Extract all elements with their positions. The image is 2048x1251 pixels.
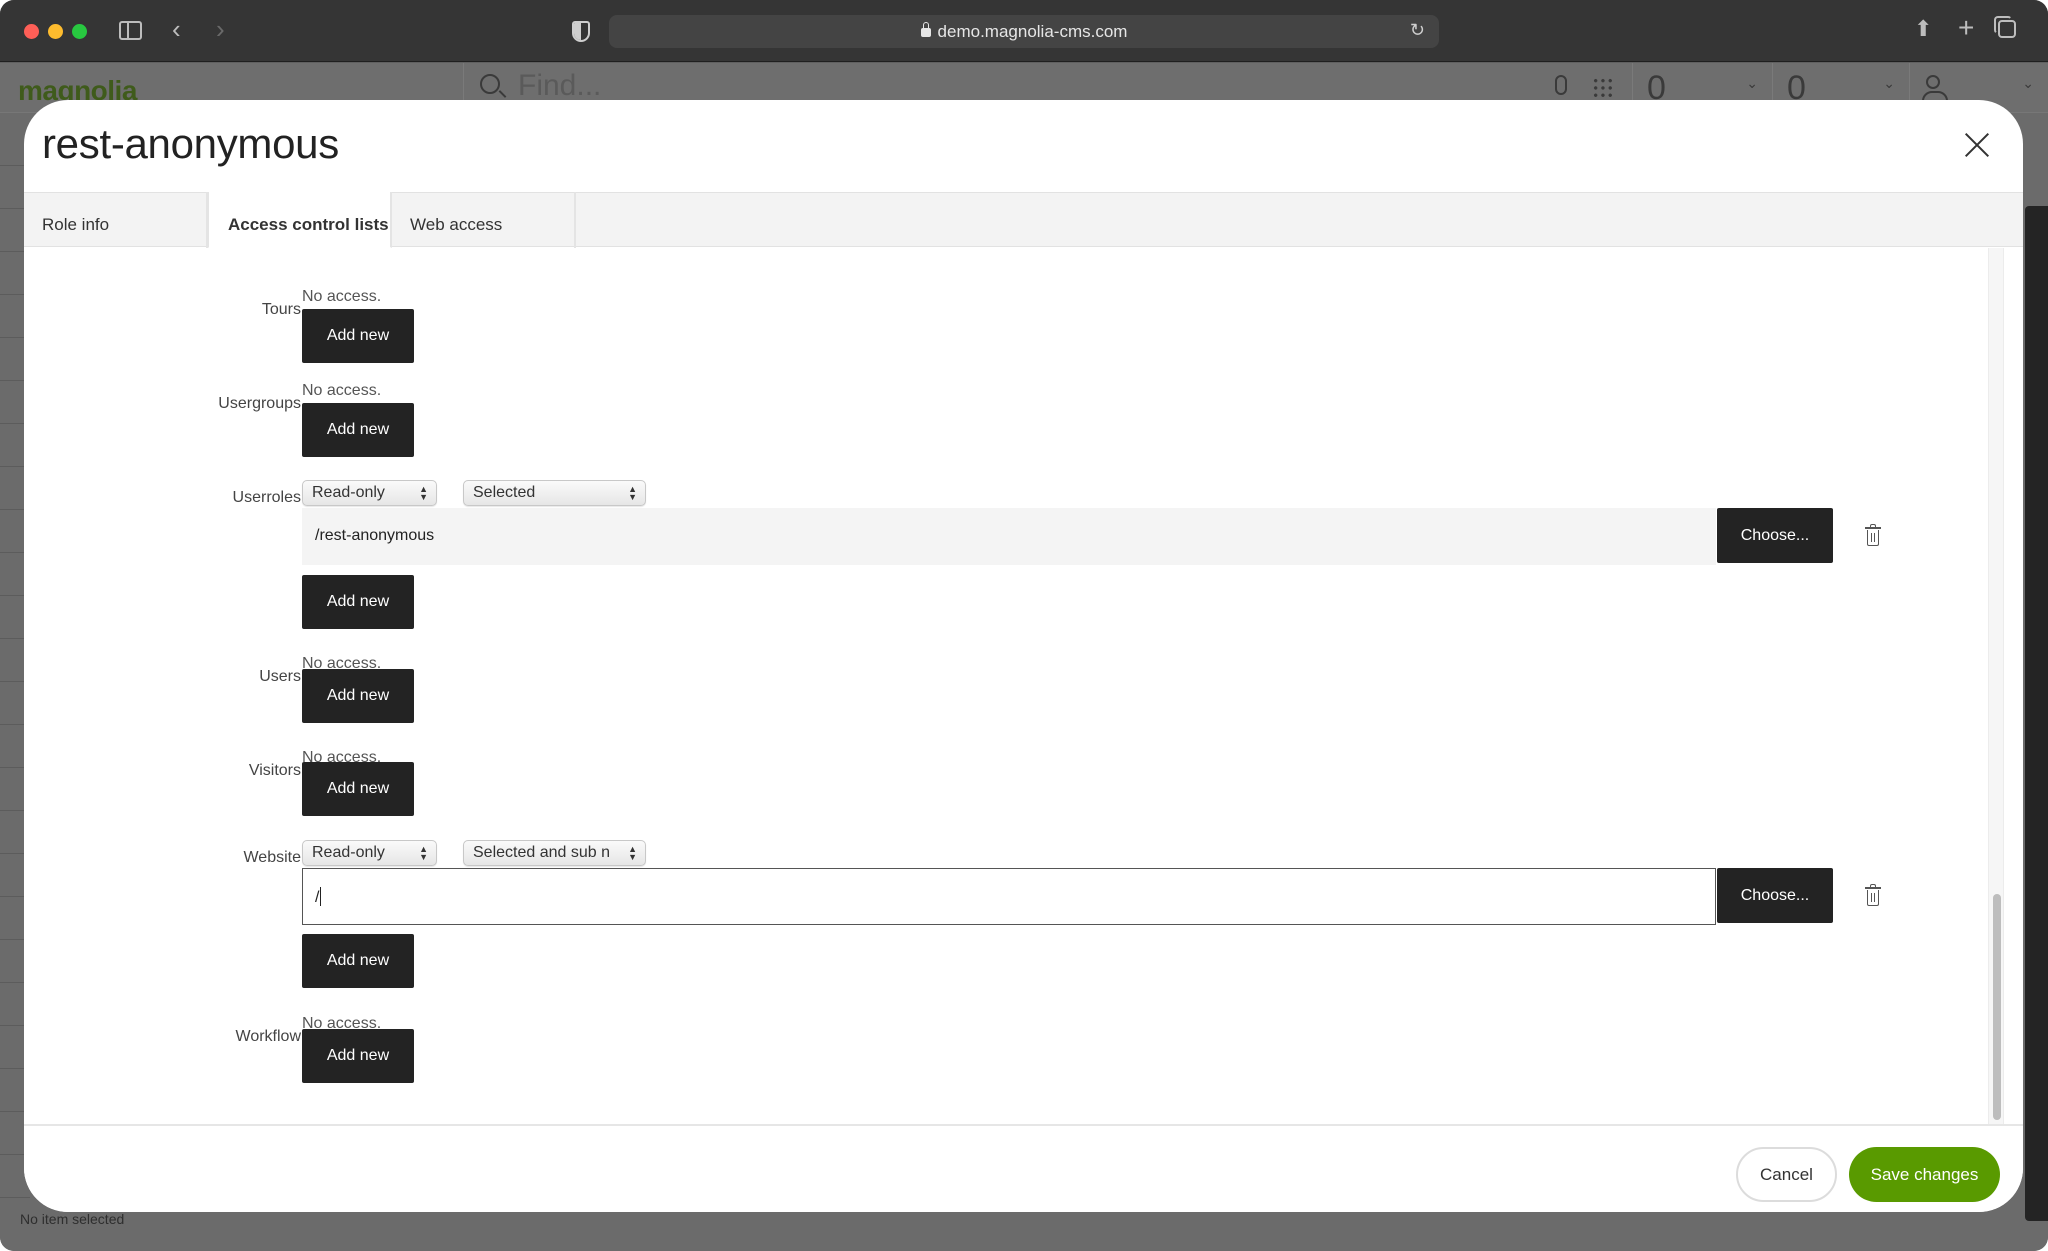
website-path-input[interactable]: / (302, 868, 1716, 925)
website-scope-select[interactable]: Selected and sub n ▲ ▼ (463, 840, 646, 866)
share-icon[interactable]: ⬆ (1914, 18, 1932, 40)
chevron-down-icon: ⌄ (2022, 75, 2034, 91)
select-arrows-icon: ▲ ▼ (628, 844, 637, 862)
tab-role-info[interactable]: Role info (24, 192, 208, 248)
tab-access-control-lists[interactable]: Access control lists (208, 192, 392, 248)
reload-icon[interactable]: ↻ (1410, 20, 1425, 41)
row-label-tours: Tours (261, 301, 301, 318)
userroles-choose-button[interactable]: Choose... (1717, 508, 1833, 563)
website-choose-button[interactable]: Choose... (1717, 868, 1833, 923)
select-arrows-icon: ▲ ▼ (419, 484, 428, 502)
tab-overview-icon[interactable] (1994, 16, 2016, 38)
userroles-scope-select[interactable]: Selected ▲ ▼ (463, 480, 646, 506)
zoom-window-icon[interactable] (72, 24, 87, 39)
text-caret (320, 887, 322, 906)
search-icon (480, 74, 500, 94)
add-new-userroles-button[interactable]: Add new (302, 575, 414, 629)
dialog-footer: Cancel Save changes (24, 1124, 2023, 1212)
website-permission-select[interactable]: Read-only ▲ ▼ (302, 840, 437, 866)
close-icon[interactable] (1956, 124, 1998, 166)
microphone-icon (1555, 75, 1567, 95)
cancel-button[interactable]: Cancel (1736, 1147, 1837, 1202)
url-text: demo.magnolia-cms.com (937, 22, 1128, 41)
tab-bar: Role info Access control lists Web acces… (24, 192, 2023, 248)
back-icon[interactable]: ‹ (172, 16, 181, 42)
userroles-path-input[interactable]: /rest-anonymous (302, 508, 1716, 565)
status-text: No item selected (20, 1211, 125, 1227)
trash-icon[interactable] (1865, 884, 1881, 906)
browser-toolbar: ‹ › demo.magnolia-cms.com ↻ ⬆ + (0, 0, 2048, 62)
forward-icon[interactable]: › (216, 16, 225, 42)
select-arrows-icon: ▲ ▼ (628, 484, 637, 502)
row-label-website: Website (243, 849, 301, 866)
trash-icon[interactable] (1865, 524, 1881, 546)
lock-icon (920, 22, 931, 37)
minimize-window-icon[interactable] (48, 24, 63, 39)
scrollbar[interactable] (1988, 248, 2004, 1124)
userroles-permission-select[interactable]: Read-only ▲ ▼ (302, 480, 437, 506)
new-tab-icon[interactable]: + (1958, 14, 1974, 42)
row-label-workflow: Workflow (235, 1028, 302, 1045)
add-new-visitors-button[interactable]: Add new (302, 762, 414, 816)
chevron-down-icon: ⌄ (1883, 75, 1895, 91)
add-new-workflow-button[interactable]: Add new (302, 1029, 414, 1083)
no-access-text: No access. (302, 382, 382, 399)
row-label-visitors: Visitors (248, 762, 301, 779)
search-placeholder: Find... (518, 69, 602, 102)
chevron-down-icon: ⌄ (1746, 75, 1758, 91)
scrollbar-thumb[interactable] (1993, 894, 2001, 1120)
close-window-icon[interactable] (24, 24, 39, 39)
select-arrows-icon: ▲ ▼ (419, 844, 428, 862)
privacy-shield-icon[interactable] (572, 21, 590, 42)
row-label-users: Users (259, 668, 301, 685)
add-new-usergroups-button[interactable]: Add new (302, 403, 414, 457)
acl-form: Tours No access. Add new Usergroups No a… (24, 248, 2023, 1124)
tab-web-access[interactable]: Web access (392, 192, 576, 248)
browser-window: ‹ › demo.magnolia-cms.com ↻ ⬆ + magnolia… (0, 0, 2048, 1251)
row-label-userroles: Userroles (232, 489, 301, 506)
app-launcher-icon (1592, 77, 1614, 99)
edit-role-dialog: rest-anonymous Role info Access control … (24, 100, 2023, 1212)
add-new-website-button[interactable]: Add new (302, 934, 414, 988)
user-icon (1922, 75, 1948, 105)
save-changes-button[interactable]: Save changes (1849, 1147, 2000, 1202)
address-bar[interactable]: demo.magnolia-cms.com ↻ (609, 15, 1439, 48)
row-label-usergroups: Usergroups (218, 395, 301, 412)
sidebar-icon[interactable] (119, 21, 142, 40)
add-new-users-button[interactable]: Add new (302, 669, 414, 723)
dialog-title: rest-anonymous (42, 120, 339, 167)
no-access-text: No access. (302, 288, 382, 305)
add-new-tours-button[interactable]: Add new (302, 309, 414, 363)
background-side-panel (2025, 206, 2048, 1221)
